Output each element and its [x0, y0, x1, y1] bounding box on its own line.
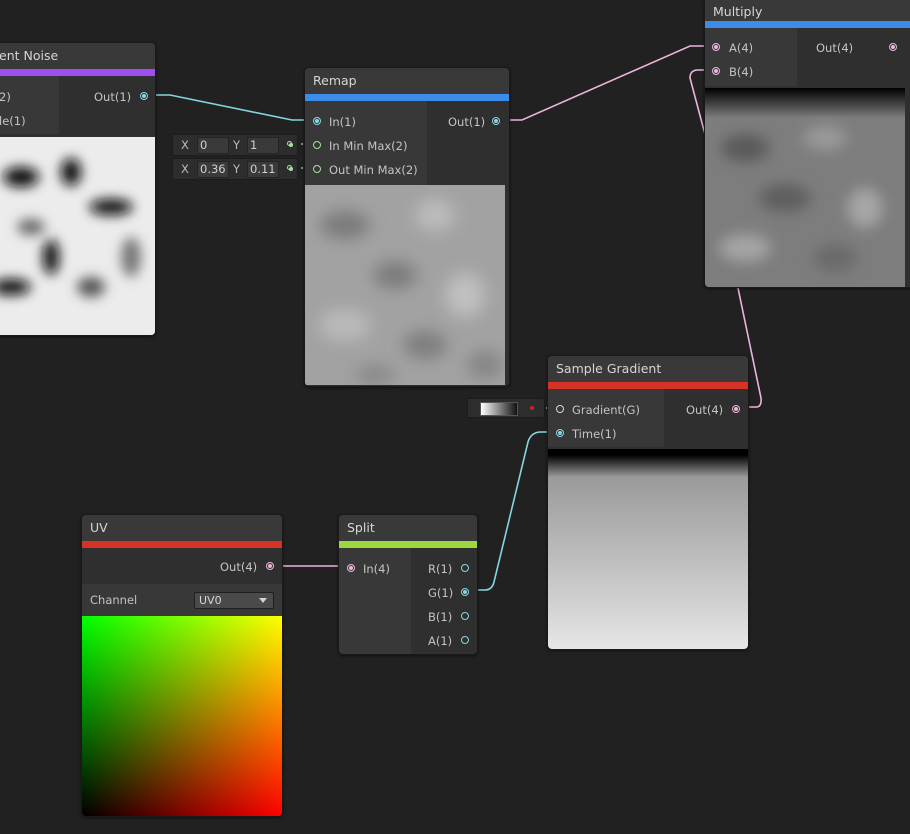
out-min-max-field[interactable]: X 0.36 Y 0.11	[172, 158, 298, 180]
input-port-gradient[interactable]	[556, 405, 564, 413]
output-port-label: Out(4)	[686, 403, 724, 417]
node-title[interactable]: ent Noise	[0, 43, 155, 69]
output-port-r[interactable]	[461, 564, 469, 572]
channel-row: Channel UV0	[82, 584, 282, 616]
split-node[interactable]: Split In(4) R(1) G(1) B(1) A(1)	[338, 514, 478, 655]
y-value-input[interactable]: 0.11	[247, 161, 279, 178]
output-port[interactable]	[140, 92, 148, 100]
node-accent-bar	[305, 94, 509, 101]
channel-dropdown[interactable]: UV0	[194, 592, 274, 609]
y-label: Y	[233, 138, 241, 152]
node-accent-bar	[548, 382, 748, 389]
input-port-label: Time(1)	[572, 427, 617, 441]
sample-gradient-node[interactable]: Sample Gradient Gradient(G) Time(1) Out(…	[547, 355, 749, 650]
x-label: X	[181, 162, 189, 176]
input-port-label: B(4)	[729, 65, 754, 79]
uv-node[interactable]: UV Out(4) Channel UV0	[81, 514, 283, 817]
input-port-label: Out Min Max(2)	[329, 163, 418, 177]
input-port-out-min-max[interactable]	[313, 165, 321, 173]
node-title[interactable]: Multiply	[705, 0, 910, 21]
field-connector-dot	[530, 406, 534, 410]
node-accent-bar	[339, 541, 477, 548]
noise-preview	[0, 137, 155, 335]
input-port-label: In(4)	[363, 562, 390, 576]
output-port-label: A(1)	[428, 634, 453, 648]
output-port[interactable]	[732, 405, 740, 413]
gradient-swatch[interactable]	[480, 402, 518, 416]
input-port-label: Gradient(G)	[572, 403, 640, 417]
output-port-label: Out(4)	[816, 41, 854, 55]
node-title[interactable]: Split	[339, 515, 477, 541]
output-port[interactable]	[492, 117, 500, 125]
remap-node[interactable]: Remap In(1) In Min Max(2) Out Min Max(2)…	[304, 67, 510, 387]
wire-split-to-gradient	[468, 431, 556, 591]
node-accent-bar	[82, 541, 282, 548]
output-port-a[interactable]	[461, 636, 469, 644]
chevron-down-icon	[259, 598, 267, 603]
input-port-in[interactable]	[347, 564, 355, 572]
input-port-label: le(1)	[0, 114, 26, 128]
input-port-in-min-max[interactable]	[313, 141, 321, 149]
channel-label: Channel	[90, 593, 138, 607]
gradient-noise-node[interactable]: ent Noise 2) le(1) Out(1)	[0, 42, 156, 336]
x-value-input[interactable]: 0.36	[197, 161, 229, 178]
output-port-label: Out(4)	[220, 560, 258, 574]
multiply-preview	[705, 88, 905, 287]
field-connector-dot	[287, 141, 293, 147]
y-label: Y	[233, 162, 241, 176]
input-port-a[interactable]	[712, 43, 720, 51]
node-title[interactable]: Remap	[305, 68, 509, 94]
output-port-label: Out(1)	[94, 90, 132, 104]
gradient-preview	[548, 449, 748, 649]
output-port-label: Out(1)	[448, 115, 486, 129]
uv-preview	[82, 616, 282, 816]
x-value-input[interactable]: 0	[197, 137, 229, 154]
channel-dropdown-value: UV0	[199, 594, 222, 607]
y-value-input[interactable]: 1	[247, 137, 279, 154]
output-port-label: R(1)	[428, 562, 453, 576]
output-port-g[interactable]	[461, 588, 469, 596]
input-port-in[interactable]	[313, 117, 321, 125]
x-label: X	[181, 138, 189, 152]
in-min-max-field[interactable]: X 0 Y 1	[172, 134, 298, 156]
input-port-label: 2)	[0, 90, 11, 104]
output-port-label: B(1)	[428, 610, 453, 624]
remap-preview	[305, 185, 505, 385]
output-port[interactable]	[889, 43, 897, 51]
input-port-label: In(1)	[329, 115, 356, 129]
input-port-label: In Min Max(2)	[329, 139, 408, 153]
input-port-label: A(4)	[729, 41, 754, 55]
node-title[interactable]: UV	[82, 515, 282, 541]
gradient-field[interactable]	[467, 398, 545, 418]
wire-noise-to-remap	[148, 94, 312, 121]
node-accent-bar	[705, 21, 910, 28]
field-connector-dot	[287, 165, 293, 171]
multiply-node[interactable]: Multiply A(4) B(4) Out(4)	[704, 0, 910, 288]
output-port-b[interactable]	[461, 612, 469, 620]
node-title[interactable]: Sample Gradient	[548, 356, 748, 382]
input-port-time[interactable]	[556, 429, 564, 437]
node-accent-bar	[0, 69, 155, 76]
wire-remap-to-multiply	[502, 45, 712, 121]
input-port-b[interactable]	[712, 67, 720, 75]
output-port-label: G(1)	[428, 586, 454, 600]
output-port[interactable]	[266, 562, 274, 570]
